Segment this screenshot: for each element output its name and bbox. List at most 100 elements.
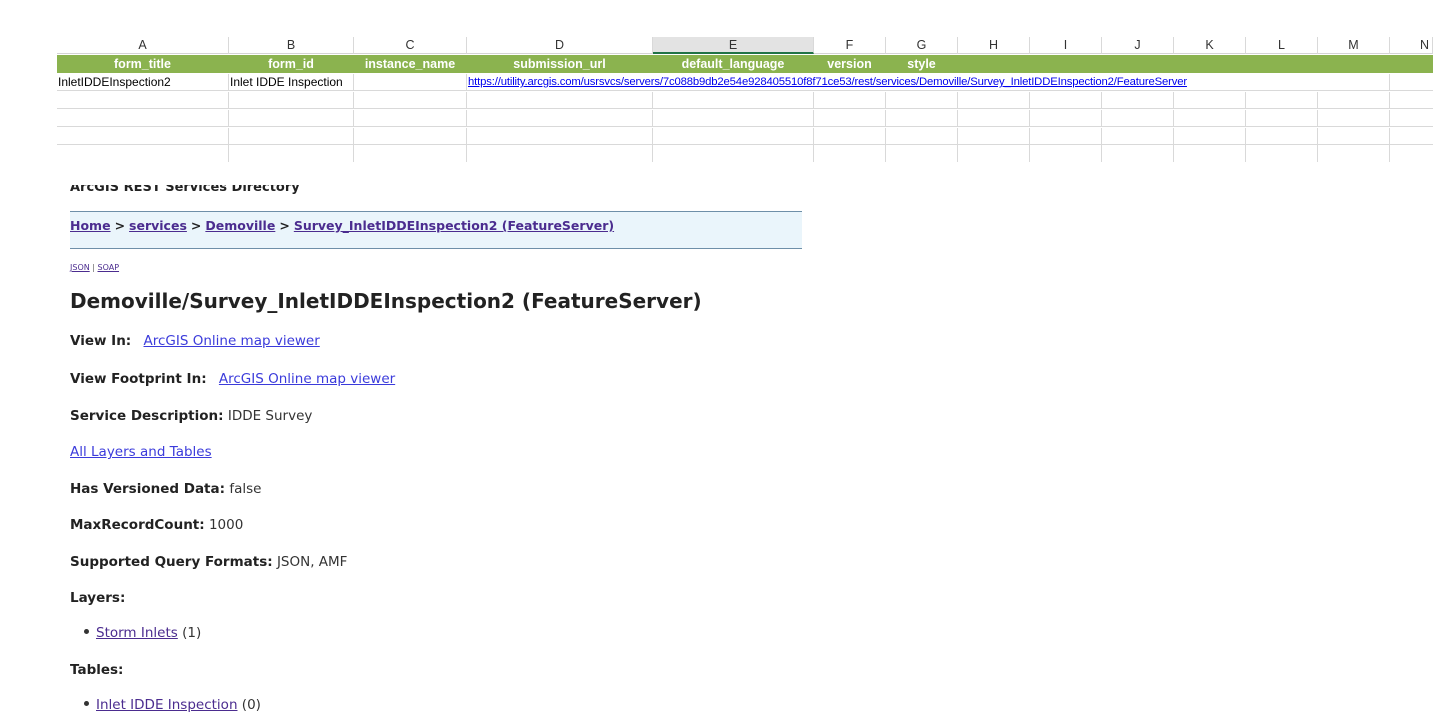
cell-m5[interactable]	[1318, 128, 1390, 162]
cell-d2-submission-url[interactable]: https://utility.arcgis.com/usrsvcs/serve…	[467, 74, 1390, 91]
column-header-a[interactable]: A	[57, 37, 229, 54]
cell-h3[interactable]	[958, 92, 1030, 109]
view-in-map-viewer-link[interactable]: ArcGIS Online map viewer	[144, 333, 320, 349]
cell-c4[interactable]	[354, 110, 467, 127]
breadcrumb-demoville-link[interactable]: Demoville	[205, 218, 275, 233]
column-header-b[interactable]: B	[229, 37, 354, 54]
column-header-n[interactable]: N	[1390, 37, 1433, 54]
cell-k5[interactable]	[1174, 128, 1246, 162]
column-header-l[interactable]: L	[1246, 37, 1318, 54]
view-footprint-label: View Footprint In:	[70, 371, 207, 387]
column-header-i[interactable]: I	[1030, 37, 1102, 54]
cell-f3[interactable]	[814, 92, 886, 109]
cell-h4[interactable]	[958, 110, 1030, 127]
cell-g4[interactable]	[886, 110, 958, 127]
cell-a5[interactable]	[57, 128, 229, 162]
cell-g5[interactable]	[886, 128, 958, 162]
breadcrumb-services-link[interactable]: services	[129, 218, 187, 233]
cell-i5[interactable]	[1030, 128, 1102, 162]
cell-b5[interactable]	[229, 128, 354, 162]
field-header-style[interactable]: style	[886, 55, 958, 73]
column-header-g[interactable]: G	[886, 37, 958, 54]
cell-b4[interactable]	[229, 110, 354, 127]
field-header-version[interactable]: version	[814, 55, 886, 73]
cell-n3[interactable]	[1390, 92, 1433, 109]
cell-b3[interactable]	[229, 92, 354, 109]
cell-h5[interactable]	[958, 128, 1030, 162]
cell-i3[interactable]	[1030, 92, 1102, 109]
cell-i4[interactable]	[1030, 110, 1102, 127]
directory-title-text: ArcGIS REST Services Directory	[70, 185, 300, 195]
column-header-h[interactable]: H	[958, 37, 1030, 54]
cell-d5[interactable]	[467, 128, 653, 162]
cell-j5[interactable]	[1102, 128, 1174, 162]
cell-j4[interactable]	[1102, 110, 1174, 127]
service-description-value: IDDE Survey	[227, 408, 313, 424]
cell-c5[interactable]	[354, 128, 467, 162]
field-header-form-id[interactable]: form_id	[229, 55, 354, 73]
cell-f4[interactable]	[814, 110, 886, 127]
cell-l3[interactable]	[1246, 92, 1318, 109]
layers-label: Layers:	[70, 590, 126, 606]
column-header-d[interactable]: D	[467, 37, 653, 54]
cell-a2[interactable]: InletIDDEInspection2	[57, 74, 229, 91]
page-title: Demoville/Survey_InletIDDEInspection2 (F…	[70, 289, 702, 313]
has-versioned-value: false	[229, 481, 262, 497]
breadcrumb-home-link[interactable]: Home	[70, 218, 111, 233]
field-header-form-title[interactable]: form_title	[57, 55, 229, 73]
query-formats-label: Supported Query Formats:	[70, 554, 273, 570]
cell-m4[interactable]	[1318, 110, 1390, 127]
tables-heading: Tables:	[70, 662, 123, 678]
cell-n5[interactable]	[1390, 128, 1433, 162]
breadcrumb-featureserver-link[interactable]: Survey_InletIDDEInspection2 (FeatureServ…	[294, 218, 614, 233]
cell-d3[interactable]	[467, 92, 653, 109]
cell-k4[interactable]	[1174, 110, 1246, 127]
cell-n4[interactable]	[1390, 110, 1433, 127]
cell-l5[interactable]	[1246, 128, 1318, 162]
json-link[interactable]: JSON	[70, 263, 90, 272]
inlet-idde-inspection-table-link[interactable]: Inlet IDDE Inspection	[96, 697, 238, 713]
cell-d4[interactable]	[467, 110, 653, 127]
column-header-c[interactable]: C	[354, 37, 467, 54]
cell-c3[interactable]	[354, 92, 467, 109]
table-id: (0)	[241, 697, 261, 713]
cell-f5[interactable]	[814, 128, 886, 162]
field-header-instance-name[interactable]: instance_name	[354, 55, 467, 73]
cell-c2[interactable]	[354, 74, 467, 91]
spreadsheet: A B C D E F G H I J K L M N form_title f…	[0, 37, 1433, 162]
column-header-j[interactable]: J	[1102, 37, 1174, 54]
breadcrumb-separator: >	[190, 218, 202, 233]
cell-j3[interactable]	[1102, 92, 1174, 109]
cell-e5[interactable]	[653, 128, 814, 162]
cell-l4[interactable]	[1246, 110, 1318, 127]
layers-heading: Layers:	[70, 590, 125, 606]
column-header-f[interactable]: F	[814, 37, 886, 54]
cell-e3[interactable]	[653, 92, 814, 109]
all-layers-and-tables-link[interactable]: All Layers and Tables	[70, 444, 212, 460]
service-description-label: Service Description:	[70, 408, 224, 424]
cell-n2[interactable]	[1390, 74, 1433, 91]
list-item: Storm Inlets (1)	[84, 625, 201, 641]
format-links: JSON | SOAP	[70, 263, 119, 272]
layer-id: (1)	[182, 625, 202, 641]
view-footprint-map-viewer-link[interactable]: ArcGIS Online map viewer	[219, 371, 395, 387]
cell-m3[interactable]	[1318, 92, 1390, 109]
query-formats-value: JSON, AMF	[276, 554, 348, 570]
column-header-m[interactable]: M	[1318, 37, 1390, 54]
column-header-k[interactable]: K	[1174, 37, 1246, 54]
cell-a4[interactable]	[57, 110, 229, 127]
cell-k3[interactable]	[1174, 92, 1246, 109]
cell-g3[interactable]	[886, 92, 958, 109]
soap-link[interactable]: SOAP	[98, 263, 120, 272]
breadcrumb-separator: >	[279, 218, 290, 233]
field-header-default-language[interactable]: default_language	[653, 55, 814, 73]
cell-e4[interactable]	[653, 110, 814, 127]
field-header-submission-url[interactable]: submission_url	[467, 55, 653, 73]
cell-a3[interactable]	[57, 92, 229, 109]
cell-b2[interactable]: Inlet IDDE Inspection	[229, 74, 354, 91]
list-item: Inlet IDDE Inspection (0)	[84, 697, 261, 713]
view-footprint-row: View Footprint In: ArcGIS Online map vie…	[70, 371, 395, 387]
storm-inlets-layer-link[interactable]: Storm Inlets	[96, 625, 178, 641]
column-header-e[interactable]: E	[653, 37, 814, 54]
view-in-label: View In:	[70, 333, 132, 349]
